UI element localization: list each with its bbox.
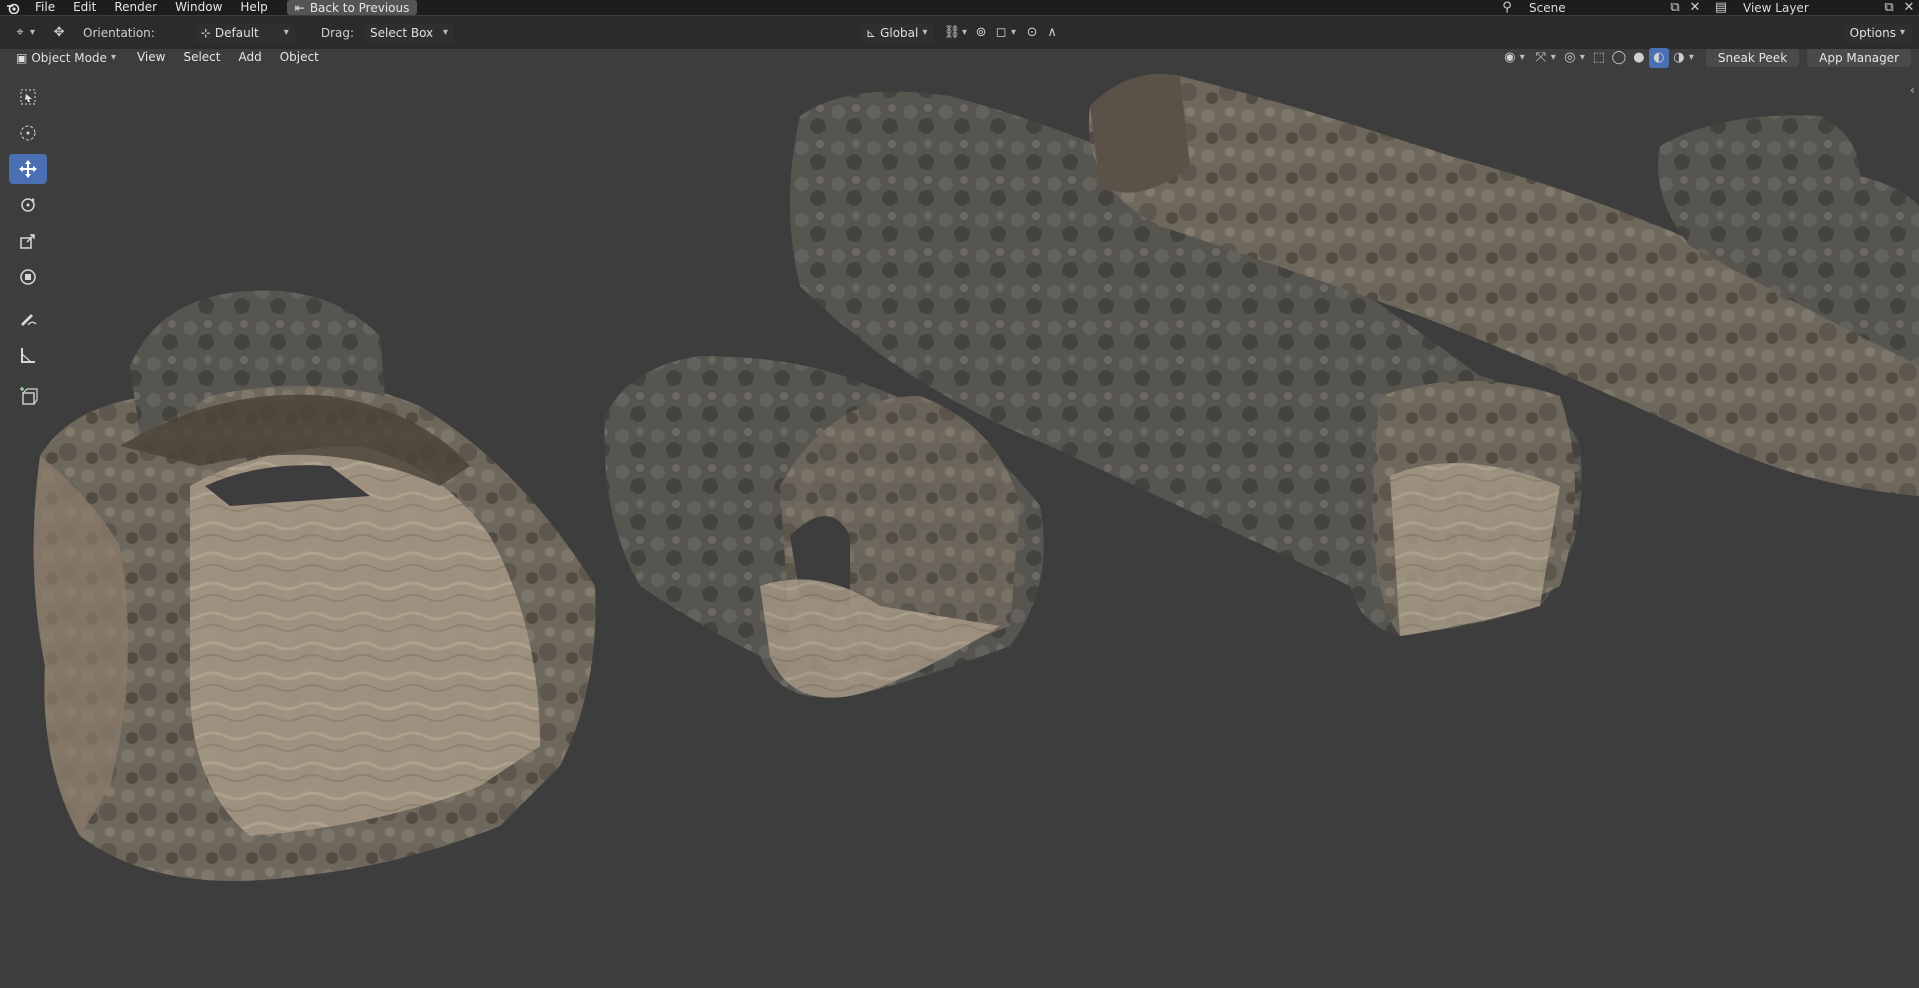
- annotate-icon[interactable]: [9, 304, 47, 334]
- snap-target-icon[interactable]: ◻: [991, 23, 1011, 43]
- orientation-dropdown[interactable]: ⊹ Default ▾: [194, 22, 295, 43]
- menu-select[interactable]: Select: [174, 50, 229, 65]
- back-to-previous-label: Back to Previous: [309, 0, 410, 15]
- chevron-down-icon[interactable]: ▾: [1580, 52, 1585, 63]
- scene-name-field[interactable]: Scene: [1523, 0, 1665, 15]
- menu-render[interactable]: Render: [105, 0, 166, 15]
- wireframe-shading-icon[interactable]: ◯: [1609, 48, 1629, 68]
- tool-shelf: [8, 82, 48, 412]
- orientation-label: Orientation:: [83, 25, 155, 40]
- transform-icon[interactable]: [9, 262, 47, 292]
- blender-logo-icon[interactable]: [0, 2, 26, 14]
- drag-value: Select Box: [370, 25, 434, 40]
- snap-icon[interactable]: ⊚: [971, 23, 991, 43]
- back-arrow-icon: ⇤: [294, 0, 305, 15]
- cave-mesh-large[interactable]: [33, 290, 596, 881]
- add-cube-icon[interactable]: [9, 382, 47, 412]
- orientation-icon: ⊹: [200, 25, 211, 40]
- proportional-editing-icon[interactable]: ⊙: [1022, 23, 1042, 43]
- editor-type-icon[interactable]: ⌖: [10, 23, 30, 43]
- menu-help[interactable]: Help: [231, 0, 276, 15]
- chevron-down-icon: ▾: [922, 27, 928, 38]
- mode-dropdown[interactable]: ▣ Object Mode ▾: [10, 49, 122, 66]
- visibility-icon[interactable]: ◉: [1500, 48, 1520, 68]
- tool-settings-header: ⌖ ▾ ✥ Orientation: ⊹ Default ▾ Drag: Sel…: [0, 16, 1919, 49]
- menu-file[interactable]: File: [26, 0, 64, 15]
- drag-label: Drag:: [320, 25, 355, 40]
- orientation-value: Default: [214, 25, 259, 40]
- delete-view-layer-icon[interactable]: ✕: [1899, 0, 1919, 18]
- select-box-icon[interactable]: [9, 82, 47, 112]
- menu-object[interactable]: Object: [271, 50, 328, 65]
- view-layer-selector-icon[interactable]: ▤: [1711, 0, 1731, 18]
- new-view-layer-icon[interactable]: ⧉: [1879, 0, 1899, 18]
- rotate-icon[interactable]: [9, 190, 47, 220]
- pivot-point-icon[interactable]: ⛓: [942, 23, 962, 43]
- scene-selector-icon[interactable]: ⚲: [1497, 0, 1517, 18]
- new-scene-icon[interactable]: ⧉: [1665, 0, 1685, 18]
- app-manager-button[interactable]: App Manager: [1807, 48, 1911, 67]
- options-dropdown[interactable]: Options ▾: [1843, 22, 1911, 43]
- move-icon[interactable]: [9, 154, 47, 184]
- options-label: Options: [1849, 25, 1896, 40]
- object-mode-icon: ▣: [16, 50, 28, 65]
- menu-view[interactable]: View: [128, 50, 174, 65]
- sidebar-toggle-icon[interactable]: ‹: [1910, 83, 1915, 97]
- chevron-down-icon[interactable]: ▾: [1551, 52, 1556, 63]
- viewport-3d[interactable]: ‹: [0, 66, 1919, 988]
- chevron-down-icon[interactable]: ▾: [30, 27, 35, 38]
- drag-dropdown[interactable]: Select Box ▾: [364, 22, 455, 43]
- solid-shading-icon[interactable]: ●: [1629, 48, 1649, 68]
- falloff-icon[interactable]: ∧: [1042, 23, 1062, 43]
- delete-scene-icon[interactable]: ✕: [1685, 0, 1705, 18]
- menu-add[interactable]: Add: [229, 50, 270, 65]
- chevron-down-icon[interactable]: ▾: [1689, 52, 1694, 63]
- move-tool-icon: ✥: [53, 25, 65, 40]
- chevron-down-icon[interactable]: ▾: [962, 27, 967, 38]
- gizmo-icon[interactable]: ⤧: [1531, 48, 1551, 68]
- back-to-previous-button[interactable]: ⇤ Back to Previous: [286, 0, 418, 15]
- menu-window[interactable]: Window: [166, 0, 231, 15]
- material-shading-icon[interactable]: ◐: [1648, 47, 1669, 68]
- measure-icon[interactable]: [9, 340, 47, 370]
- chevron-down-icon[interactable]: ▾: [1011, 27, 1016, 38]
- chevron-down-icon: ▾: [442, 27, 449, 38]
- chevron-down-icon: ▾: [110, 52, 116, 63]
- global-axes-icon: ⊾: [866, 25, 877, 40]
- view-layer-label: View Layer: [1743, 0, 1809, 15]
- transform-space-value: Global: [880, 25, 919, 40]
- viewport-header: ▣ Object Mode ▾ View Select Add Object ◉…: [0, 47, 1919, 68]
- scale-icon[interactable]: [9, 226, 47, 256]
- cursor-icon[interactable]: [9, 118, 47, 148]
- scene-name-label: Scene: [1529, 0, 1566, 15]
- rendered-shading-icon[interactable]: ◑: [1669, 48, 1689, 68]
- chevron-down-icon[interactable]: ▾: [1520, 52, 1525, 63]
- menu-edit[interactable]: Edit: [64, 0, 105, 15]
- sneak-peek-button[interactable]: Sneak Peek: [1705, 48, 1800, 67]
- transform-orientation-dropdown[interactable]: ⊾ Global ▾: [860, 22, 935, 43]
- mode-value: Object Mode: [31, 50, 107, 65]
- top-menu-bar: File Edit Render Window Help ⇤ Back to P…: [0, 0, 1919, 15]
- view-layer-field[interactable]: View Layer: [1737, 0, 1879, 15]
- xray-icon[interactable]: ⬚: [1589, 48, 1609, 68]
- chevron-down-icon: ▾: [283, 27, 289, 38]
- chevron-down-icon: ▾: [1899, 27, 1905, 38]
- overlays-icon[interactable]: ◎: [1560, 48, 1580, 68]
